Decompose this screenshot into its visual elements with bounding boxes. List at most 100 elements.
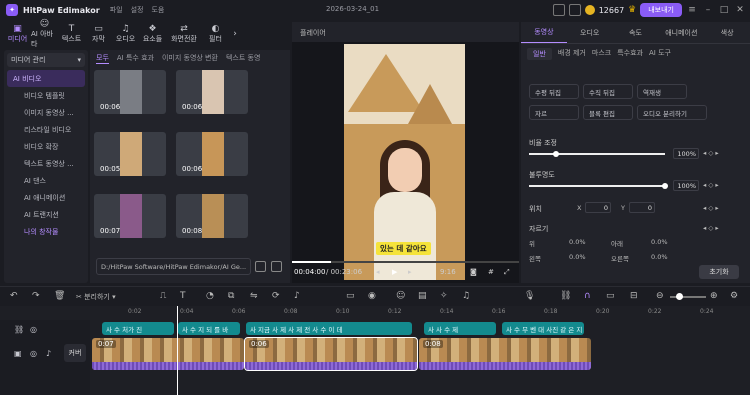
tab-text-to-video[interactable]: 텍스트 동영 bbox=[226, 53, 260, 64]
tab-audio[interactable]: 오디오 bbox=[567, 22, 613, 43]
tool-text[interactable]: T 텍스트 bbox=[58, 22, 85, 46]
video-track-eye-icon[interactable]: ◎ bbox=[30, 349, 37, 358]
crop-bottom-value[interactable]: 0.0% bbox=[651, 238, 668, 246]
keyframe-icon[interactable]: ◂ ◇ ▸ bbox=[703, 181, 719, 189]
video-preview[interactable]: 있는 데 같아요 bbox=[344, 44, 465, 280]
fit-icon[interactable]: ⊟ bbox=[630, 291, 638, 301]
tab-all[interactable]: 모두 bbox=[96, 53, 109, 64]
crop-top-value[interactable]: 0.0% bbox=[569, 238, 586, 246]
screen-icon[interactable] bbox=[552, 4, 565, 16]
subtab-ai-tools[interactable]: AI 도구 bbox=[649, 48, 671, 60]
tool-audio[interactable]: ♫ 오디오 bbox=[112, 22, 139, 46]
media-thumbnail[interactable]: 00:07 bbox=[94, 194, 166, 238]
media-thumbnail[interactable]: 00:08 bbox=[176, 194, 248, 238]
subtab-effects[interactable]: 특수효과 bbox=[617, 48, 643, 60]
caption-clip[interactable]: 사 지금 사 제 사 제 전 사 수 이 데 bbox=[246, 322, 412, 335]
sidebar-item[interactable]: 텍스트 동영상 ... bbox=[4, 155, 88, 172]
caption-track-link-icon[interactable]: ⛓ bbox=[14, 325, 24, 334]
sidebar-item[interactable]: 리스타일 비디오 bbox=[4, 121, 88, 138]
delete-icon[interactable]: 🗑 bbox=[54, 291, 65, 301]
color-tool-icon[interactable]: ◉ bbox=[368, 291, 376, 301]
opacity-value[interactable]: 100% bbox=[673, 180, 699, 191]
split-dropdown[interactable]: ✂ 분리하기 ▾ bbox=[76, 292, 116, 302]
fullscreen-icon[interactable]: ⤢ bbox=[504, 268, 510, 277]
next-frame-icon[interactable]: ▸ bbox=[408, 268, 412, 276]
tool-filter[interactable]: ◐ 필터 bbox=[202, 22, 229, 46]
scale-value[interactable]: 100% bbox=[673, 148, 699, 159]
tool-ai-avatar[interactable]: ☺ AI 아바타 bbox=[31, 19, 58, 48]
edit-path-icon[interactable] bbox=[271, 261, 282, 272]
play-icon[interactable]: ▶ bbox=[392, 268, 397, 276]
sidebar-item[interactable]: AI 댄스 bbox=[4, 172, 88, 189]
keyframe-icon[interactable]: ◂ ◇ ▸ bbox=[703, 204, 719, 212]
freeze-icon[interactable]: ⎍ bbox=[160, 291, 166, 301]
sidebar-item[interactable]: 비디오 템플릿 bbox=[4, 87, 88, 104]
crop-tool-icon[interactable]: ⧉ bbox=[228, 291, 234, 301]
mirror-icon[interactable]: ⇋ bbox=[250, 291, 258, 301]
keyframe-icon[interactable]: ◂ ◇ ▸ bbox=[703, 224, 719, 232]
sticker-icon[interactable]: ☺ bbox=[396, 291, 405, 301]
scale-slider-handle[interactable] bbox=[553, 151, 559, 157]
reverse-button[interactable]: 역재생 bbox=[637, 84, 687, 99]
tab-speed[interactable]: 속도 bbox=[613, 22, 659, 43]
rotate-icon[interactable]: ⟳ bbox=[272, 291, 280, 301]
undo-icon[interactable]: ↶ bbox=[10, 291, 18, 301]
crop-section-label[interactable]: 자르기 bbox=[529, 224, 548, 234]
flip-vertical-button[interactable]: 수직 뒤집 bbox=[583, 84, 633, 99]
caption-clip[interactable]: 사 수 처가 진 bbox=[102, 322, 174, 335]
zoom-slider-handle[interactable] bbox=[676, 293, 683, 300]
sidebar-item[interactable]: 비디오 확장 bbox=[4, 138, 88, 155]
minimize-icon[interactable]: – bbox=[702, 5, 714, 15]
zoom-out-icon[interactable]: ⊖ bbox=[656, 291, 664, 301]
video-clip-selected[interactable]: 0:06 bbox=[244, 337, 418, 371]
reset-button[interactable]: 초기화 bbox=[699, 265, 739, 279]
text-tool-icon[interactable]: T bbox=[180, 291, 186, 301]
tab-animation[interactable]: 애니메이션 bbox=[658, 22, 704, 43]
link-icon[interactable]: ⛓ bbox=[560, 291, 571, 301]
crown-icon[interactable]: ♛ bbox=[628, 5, 636, 15]
scale-slider[interactable] bbox=[529, 153, 665, 155]
tab-image-to-video[interactable]: 이미지 동영상 변환 bbox=[162, 53, 218, 64]
menu-help[interactable]: 도움 bbox=[151, 5, 164, 15]
tool-subtitle[interactable]: ▭ 자막 bbox=[85, 22, 112, 46]
block-edit-button[interactable]: 블록 편집 bbox=[583, 105, 633, 120]
sidebar-item[interactable]: 이미지 동영상 ... bbox=[4, 104, 88, 121]
output-path-field[interactable]: D:/HitPaw Software/HitPaw Edimakor/AI Ge… bbox=[96, 258, 251, 275]
tool-transition[interactable]: ⇄ 화면전환 bbox=[166, 22, 202, 46]
cover-button[interactable]: 커버 bbox=[64, 344, 86, 362]
prev-frame-icon[interactable]: ◂ bbox=[376, 268, 380, 276]
menu-file[interactable]: 파일 bbox=[110, 5, 123, 15]
tab-video[interactable]: 동영상 bbox=[521, 22, 567, 43]
tool-media[interactable]: ▣ 미디어 bbox=[4, 22, 31, 46]
folder-icon[interactable] bbox=[255, 261, 266, 272]
subtitle-track-icon[interactable]: ▭ bbox=[606, 291, 615, 301]
opacity-slider[interactable] bbox=[529, 185, 665, 187]
position-y-field[interactable]: 0 bbox=[629, 202, 655, 213]
caption-tool-icon[interactable]: ▭ bbox=[346, 291, 355, 301]
effects-icon[interactable]: ✧ bbox=[440, 291, 448, 301]
caption-clip[interactable]: 사 수 지 되 를 바 bbox=[178, 322, 240, 335]
layers-icon[interactable]: ▤ bbox=[418, 291, 427, 301]
settings-icon[interactable]: ⚙ bbox=[730, 291, 738, 301]
sidebar-item-my-creations[interactable]: 나의 창작물 bbox=[4, 223, 88, 240]
caption-track-eye-icon[interactable]: ◎ bbox=[30, 325, 37, 334]
menu-icon[interactable]: ≡ bbox=[686, 5, 698, 15]
progress-bar[interactable] bbox=[292, 261, 519, 263]
caption-clip[interactable]: 사 수 무 벤 대 사진 같 은 지 bbox=[502, 322, 584, 335]
speed-icon[interactable]: ◔ bbox=[206, 291, 214, 301]
subtitle-overlay[interactable]: 있는 데 같아요 bbox=[376, 242, 431, 255]
media-management-header[interactable]: 미디어 관리 ▾ bbox=[7, 53, 85, 67]
subtab-remove-bg[interactable]: 배경 제거 bbox=[558, 48, 586, 60]
notification-icon[interactable] bbox=[568, 4, 581, 16]
video-track-mute-icon[interactable]: ♪ bbox=[46, 349, 51, 358]
media-thumbnail[interactable]: 00:06 bbox=[94, 70, 166, 114]
crop-left-value[interactable]: 0.0% bbox=[569, 253, 586, 261]
audio-tool-icon[interactable]: ♫ bbox=[462, 291, 470, 301]
redo-icon[interactable]: ↷ bbox=[32, 291, 40, 301]
subtab-general[interactable]: 일반 bbox=[527, 48, 552, 60]
tab-color[interactable]: 색상 bbox=[704, 22, 750, 43]
video-clip[interactable]: 0:07 bbox=[92, 338, 244, 370]
audio-split-icon[interactable]: ♪ bbox=[294, 291, 300, 301]
toolbar-next-button[interactable]: › bbox=[229, 22, 241, 46]
aspect-ratio-select[interactable]: 9:16 bbox=[440, 268, 456, 276]
